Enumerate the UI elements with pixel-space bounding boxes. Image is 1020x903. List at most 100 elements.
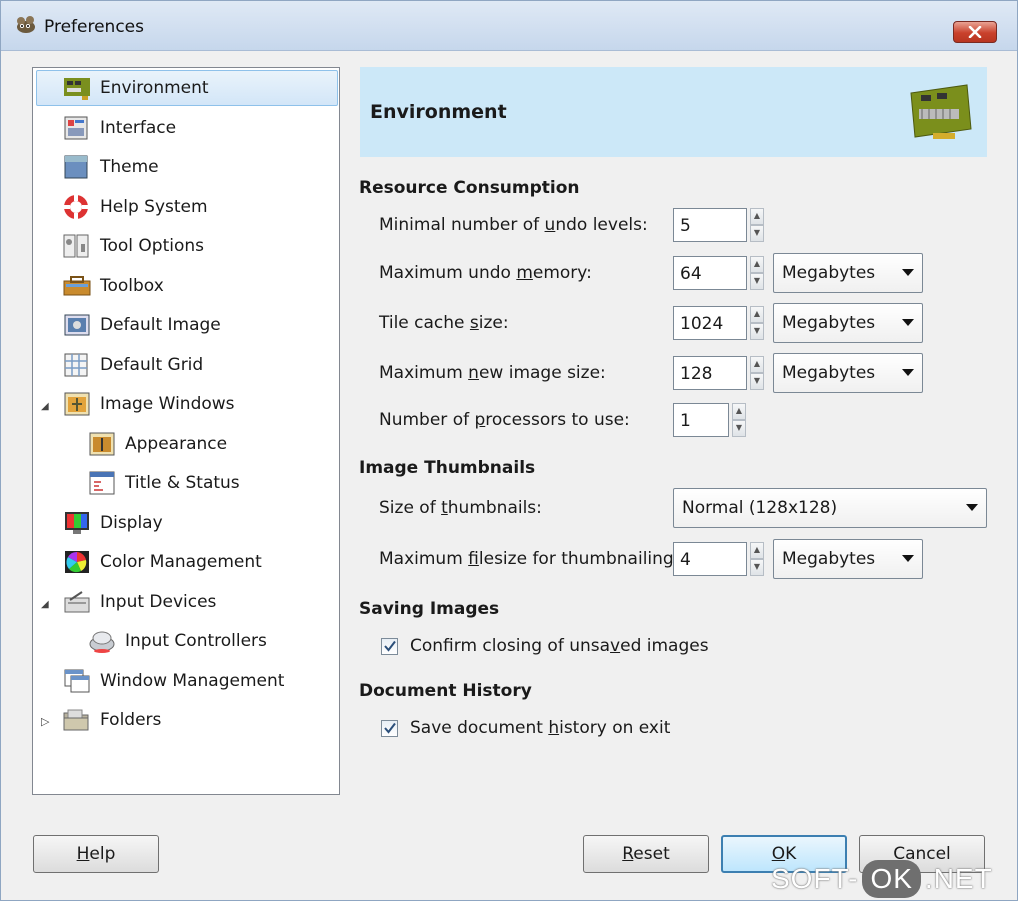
- confirm-closing-checkbox-row[interactable]: Confirm closing of unsaved images: [381, 636, 709, 656]
- nav-item-input-controllers[interactable]: Input Controllers: [87, 623, 267, 659]
- undo-memory-label: Maximum undo memory:: [379, 263, 592, 283]
- spin-down-button[interactable]: ▼: [750, 273, 764, 290]
- nav-item-appearance[interactable]: Appearance: [87, 426, 227, 462]
- appearance-icon: [89, 432, 115, 456]
- thumbnail-filesize-spinner[interactable]: 4 ▲ ▼: [673, 542, 764, 576]
- spin-down-button[interactable]: ▼: [750, 225, 764, 242]
- grid-icon: [64, 353, 88, 377]
- nav-item-display[interactable]: Display: [62, 505, 163, 541]
- nav-item-label: Folders: [100, 710, 162, 730]
- nav-item-help-system[interactable]: Help System: [62, 189, 208, 225]
- processors-label: Number of processors to use:: [379, 410, 630, 430]
- confirm-closing-checkbox[interactable]: [381, 637, 398, 655]
- new-image-size-spinner[interactable]: 128 ▲ ▼: [673, 356, 764, 390]
- nav-item-label: Title & Status: [125, 473, 240, 493]
- folder-icon: [63, 709, 89, 731]
- close-button[interactable]: [953, 21, 997, 43]
- spin-down-button[interactable]: ▼: [750, 323, 764, 340]
- dropdown-arrow-icon: [902, 369, 914, 376]
- dropdown-arrow-icon: [902, 555, 914, 562]
- nav-item-theme[interactable]: Theme: [62, 149, 159, 185]
- tile-cache-spinner[interactable]: 1024 ▲ ▼: [673, 306, 764, 340]
- spin-up-button[interactable]: ▲: [750, 256, 764, 273]
- nav-item-folders[interactable]: Folders: [62, 702, 161, 738]
- nav-item-tool-options[interactable]: Tool Options: [62, 228, 204, 264]
- new-image-size-field[interactable]: 128: [673, 356, 747, 390]
- help-button[interactable]: Help: [33, 835, 159, 873]
- expander-image-windows[interactable]: ◢: [41, 402, 51, 412]
- nav-item-label: Input Devices: [100, 592, 217, 612]
- tile-cache-unit-select[interactable]: Megabytes: [773, 303, 923, 343]
- undo-levels-label: Minimal number of undo levels:: [379, 215, 648, 235]
- tile-cache-field[interactable]: 1024: [673, 306, 747, 340]
- thumbnail-size-select[interactable]: Normal (128x128): [673, 488, 987, 528]
- processors-field[interactable]: 1: [673, 403, 729, 437]
- nav-item-environment[interactable]: Environment: [36, 70, 338, 106]
- nav-item-window-management[interactable]: Window Management: [62, 663, 284, 699]
- reset-button[interactable]: Reset: [583, 835, 709, 873]
- nav-item-image-windows[interactable]: Image Windows: [62, 386, 235, 422]
- nav-item-toolbox[interactable]: Toolbox: [62, 268, 164, 304]
- watermark-text-3: .NET: [924, 863, 993, 894]
- spin-up-button[interactable]: ▲: [732, 403, 746, 420]
- undo-memory-spinner[interactable]: 64 ▲ ▼: [673, 256, 764, 290]
- window-title: Preferences: [44, 17, 144, 37]
- title-bar: Preferences: [1, 1, 1017, 51]
- lifebuoy-icon: [64, 195, 88, 219]
- spin-down-button[interactable]: ▼: [750, 373, 764, 390]
- thumbnail-filesize-unit-select[interactable]: Megabytes: [773, 539, 923, 579]
- nav-item-label: Input Controllers: [125, 631, 267, 651]
- spin-down-button[interactable]: ▼: [750, 559, 764, 576]
- input-devices-icon: [64, 591, 90, 613]
- confirm-closing-label: Confirm closing of unsaved images: [410, 636, 709, 656]
- undo-levels-spinner[interactable]: 5 ▲ ▼: [673, 208, 764, 242]
- new-image-size-label: Maximum new image size:: [379, 363, 606, 383]
- category-tree[interactable]: Environment Interface Theme Help System …: [32, 67, 340, 795]
- new-image-size-unit-select[interactable]: Megabytes: [773, 353, 923, 393]
- dropdown-arrow-icon: [902, 269, 914, 276]
- dropdown-arrow-icon: [966, 504, 978, 511]
- processors-spinner[interactable]: 1 ▲ ▼: [673, 403, 746, 437]
- select-value: Megabytes: [782, 363, 876, 383]
- nav-item-label: Default Image: [100, 315, 221, 335]
- nav-item-default-image[interactable]: Default Image: [62, 307, 221, 343]
- nav-item-default-grid[interactable]: Default Grid: [62, 347, 203, 383]
- gimp-wilber-icon: [17, 16, 35, 33]
- watermark-text-2: OK: [862, 860, 921, 898]
- undo-levels-field[interactable]: 5: [673, 208, 747, 242]
- nav-item-label: Appearance: [125, 434, 228, 454]
- save-history-checkbox-row[interactable]: Save document history on exit: [381, 718, 670, 738]
- dropdown-arrow-icon: [902, 319, 914, 326]
- circuit-board-icon: [910, 84, 972, 139]
- toolbox-icon: [63, 276, 91, 296]
- display-icon: [65, 512, 89, 534]
- close-icon: [968, 26, 982, 38]
- save-history-label: Save document history on exit: [410, 718, 671, 738]
- reset-button-label: Reset: [622, 844, 670, 864]
- expander-folders[interactable]: ▷: [41, 716, 51, 727]
- nav-item-color-management[interactable]: Color Management: [62, 544, 262, 580]
- thumbnail-filesize-field[interactable]: 4: [673, 542, 747, 576]
- select-value: Megabytes: [782, 549, 876, 569]
- page-title: Environment: [370, 101, 507, 123]
- nav-item-label: Help System: [100, 197, 208, 217]
- spin-down-button[interactable]: ▼: [732, 420, 746, 437]
- undo-memory-unit-select[interactable]: Megabytes: [773, 253, 923, 293]
- checkmark-icon: [383, 640, 396, 652]
- nav-item-label: Color Management: [100, 552, 262, 572]
- title-status-icon: [89, 471, 115, 495]
- nav-item-input-devices[interactable]: Input Devices: [62, 584, 216, 620]
- spin-up-button[interactable]: ▲: [750, 306, 764, 323]
- nav-item-interface[interactable]: Interface: [62, 110, 176, 146]
- nav-item-label: Window Management: [100, 671, 285, 691]
- spin-up-button[interactable]: ▲: [750, 356, 764, 373]
- undo-memory-field[interactable]: 64: [673, 256, 747, 290]
- nav-item-title-status[interactable]: Title & Status: [87, 465, 240, 501]
- thumbnail-filesize-label: Maximum filesize for thumbnailing:: [379, 549, 680, 569]
- expander-input-devices[interactable]: ◢: [41, 600, 51, 610]
- nav-item-label: Toolbox: [100, 276, 164, 296]
- nav-item-label: Default Grid: [100, 355, 204, 375]
- spin-up-button[interactable]: ▲: [750, 542, 764, 559]
- save-history-checkbox[interactable]: [381, 719, 398, 737]
- spin-up-button[interactable]: ▲: [750, 208, 764, 225]
